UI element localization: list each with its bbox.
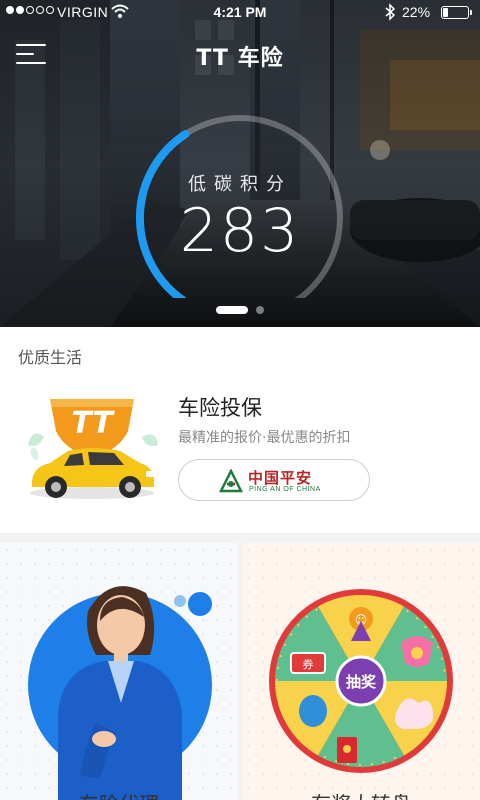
lucky-wheel-card[interactable]: ☺ 券 抽奖 有奖大转盘 bbox=[242, 543, 480, 800]
score-value: 283 bbox=[179, 196, 301, 266]
section-title: 优质生活 bbox=[18, 348, 83, 367]
pingan-logo-icon bbox=[219, 469, 243, 493]
partner-name-cn: 中国平安 bbox=[248, 469, 313, 487]
carousel-dot[interactable] bbox=[216, 306, 248, 314]
car-insurance-illustration[interactable]: TT bbox=[22, 387, 162, 507]
carousel-indicator bbox=[0, 306, 480, 314]
wheel-center-label: 抽奖 bbox=[346, 673, 377, 691]
bluetooth-icon bbox=[385, 3, 396, 21]
badge-text: TT bbox=[71, 406, 115, 441]
page-title: TT 车险 bbox=[196, 46, 284, 71]
promo-subtitle: 最精准的报价·最优惠的折扣 bbox=[178, 430, 351, 446]
hero-banner[interactable]: VIRGIN 4:21 PM 22% TT 车险 低碳积分 283 bbox=[0, 0, 480, 327]
quality-life-section: 优质生活 TT 车险投保 最精准的报价·最优惠的折扣 中国平安 PING AN … bbox=[0, 327, 480, 533]
agent-card[interactable]: 车险代理 bbox=[0, 543, 238, 800]
lucky-wheel-illustration: ☺ 券 抽奖 bbox=[269, 589, 453, 773]
coupon-label: 券 bbox=[303, 657, 314, 671]
agent-illustration bbox=[28, 586, 212, 800]
carousel-dot[interactable] bbox=[256, 306, 264, 314]
lucky-wheel-card-title: 有奖大转盘 bbox=[242, 788, 480, 800]
partner-name-en: PING AN OF CHINA bbox=[249, 486, 321, 493]
status-bar: VIRGIN 4:21 PM 22% bbox=[0, 0, 480, 26]
pingan-partner-button[interactable]: 中国平安 PING AN OF CHINA bbox=[178, 459, 370, 501]
battery-icon bbox=[441, 6, 472, 19]
feature-cards: 车险代理 ☺ 券 抽奖 bbox=[0, 543, 480, 800]
promo-title[interactable]: 车险投保 bbox=[178, 392, 262, 422]
nav-bar: TT 车险 bbox=[0, 32, 480, 76]
battery-percent: 22% bbox=[402, 4, 431, 20]
score-label: 低碳积分 bbox=[188, 174, 292, 195]
agent-card-title: 车险代理 bbox=[0, 788, 238, 800]
